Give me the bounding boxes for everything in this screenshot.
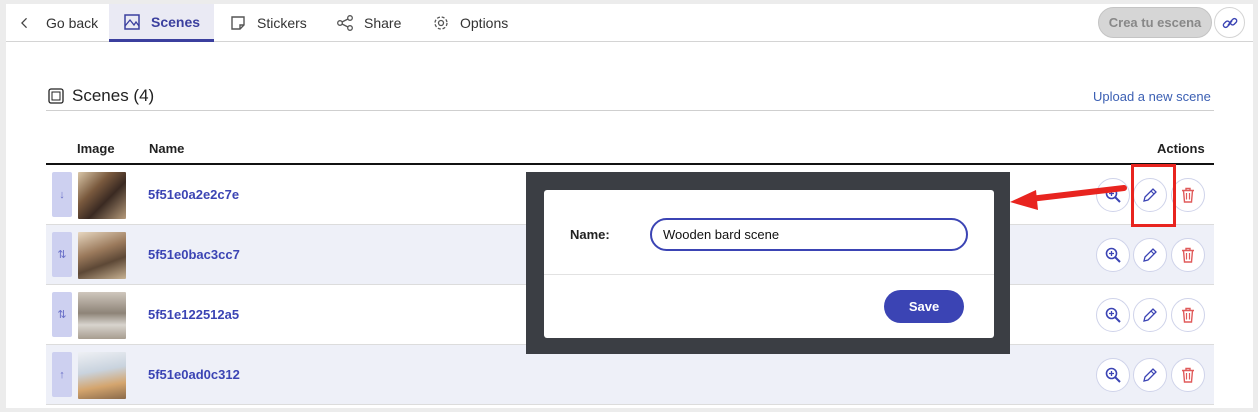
trash-icon bbox=[1182, 187, 1194, 203]
edit-button[interactable] bbox=[1133, 238, 1167, 272]
section-divider bbox=[46, 110, 1214, 111]
scene-name-input[interactable] bbox=[650, 218, 968, 251]
zoom-icon bbox=[1105, 247, 1121, 263]
trash-icon bbox=[1182, 307, 1194, 323]
scene-thumbnail bbox=[78, 172, 126, 219]
tab-share-label: Share bbox=[364, 15, 402, 31]
save-label: Save bbox=[908, 299, 940, 314]
app-frame: Go back Scenes Stickers Share Options Cr… bbox=[6, 4, 1253, 408]
drag-handle[interactable]: ⇅ bbox=[52, 232, 72, 277]
scene-frame-icon bbox=[48, 88, 64, 104]
zoom-button[interactable] bbox=[1096, 238, 1130, 272]
edit-button[interactable] bbox=[1133, 298, 1167, 332]
tab-stickers[interactable]: Stickers bbox=[229, 4, 329, 42]
column-header-image: Image bbox=[77, 141, 115, 156]
section-title: Scenes (4) bbox=[48, 86, 154, 106]
crea-tu-escena-button[interactable]: Crea tu escena bbox=[1098, 7, 1212, 38]
table-row: ↑ 5f51e0ad0c312 bbox=[46, 345, 1214, 405]
section-title-text: Scenes (4) bbox=[72, 86, 155, 105]
scene-thumbnail bbox=[78, 352, 126, 399]
delete-button[interactable] bbox=[1171, 178, 1205, 212]
column-header-name: Name bbox=[149, 141, 185, 156]
scene-name-link[interactable]: 5f51e0bac3cc7 bbox=[148, 247, 240, 262]
tab-scenes-label: Scenes bbox=[151, 13, 201, 30]
drag-handle[interactable]: ↑ bbox=[52, 352, 72, 397]
top-nav: Go back Scenes Stickers Share Options Cr… bbox=[6, 4, 1253, 42]
pencil-icon bbox=[1143, 368, 1157, 382]
name-field-label: Name: bbox=[570, 227, 610, 242]
trash-icon bbox=[1182, 367, 1194, 383]
edit-scene-dialog: Name: Save bbox=[544, 190, 994, 338]
link-icon bbox=[1222, 17, 1237, 28]
share-icon bbox=[337, 15, 353, 31]
gear-icon bbox=[434, 16, 448, 30]
drag-handle[interactable]: ↓ bbox=[52, 172, 72, 217]
zoom-button[interactable] bbox=[1096, 298, 1130, 332]
trash-icon bbox=[1182, 247, 1194, 263]
tab-share[interactable]: Share bbox=[336, 4, 416, 42]
go-back-label: Go back bbox=[46, 15, 99, 31]
edit-button[interactable] bbox=[1133, 358, 1167, 392]
zoom-icon bbox=[1105, 307, 1121, 323]
dialog-divider bbox=[544, 274, 994, 275]
red-arrow-annotation bbox=[1010, 185, 1127, 210]
delete-button[interactable] bbox=[1171, 358, 1205, 392]
sticker-icon bbox=[231, 16, 245, 30]
zoom-icon bbox=[1105, 367, 1121, 383]
tab-stickers-label: Stickers bbox=[257, 15, 307, 31]
upload-scene-link[interactable]: Upload a new scene bbox=[1093, 89, 1211, 104]
scene-name-link[interactable]: 5f51e0a2e2c7e bbox=[148, 187, 239, 202]
tab-options[interactable]: Options bbox=[432, 4, 522, 42]
delete-button[interactable] bbox=[1171, 298, 1205, 332]
tab-scenes[interactable]: Scenes bbox=[109, 4, 214, 42]
cta-label: Crea tu escena bbox=[1108, 15, 1202, 30]
drag-handle[interactable]: ⇅ bbox=[52, 292, 72, 337]
pencil-icon bbox=[1143, 248, 1157, 262]
go-back-button[interactable]: Go back bbox=[18, 4, 108, 42]
scene-thumbnail bbox=[78, 292, 126, 339]
chevron-left-icon bbox=[21, 17, 27, 29]
delete-button[interactable] bbox=[1171, 238, 1205, 272]
scene-thumbnail bbox=[78, 232, 126, 279]
link-button[interactable] bbox=[1214, 7, 1245, 38]
save-button[interactable]: Save bbox=[884, 290, 964, 323]
pencil-icon bbox=[1143, 308, 1157, 322]
tab-options-label: Options bbox=[460, 15, 509, 31]
zoom-button[interactable] bbox=[1096, 358, 1130, 392]
column-header-actions: Actions bbox=[1157, 141, 1205, 156]
highlight-box bbox=[1131, 164, 1176, 227]
scene-name-link[interactable]: 5f51e122512a5 bbox=[148, 307, 239, 322]
scene-name-link[interactable]: 5f51e0ad0c312 bbox=[148, 367, 240, 382]
scenes-icon bbox=[124, 13, 140, 30]
